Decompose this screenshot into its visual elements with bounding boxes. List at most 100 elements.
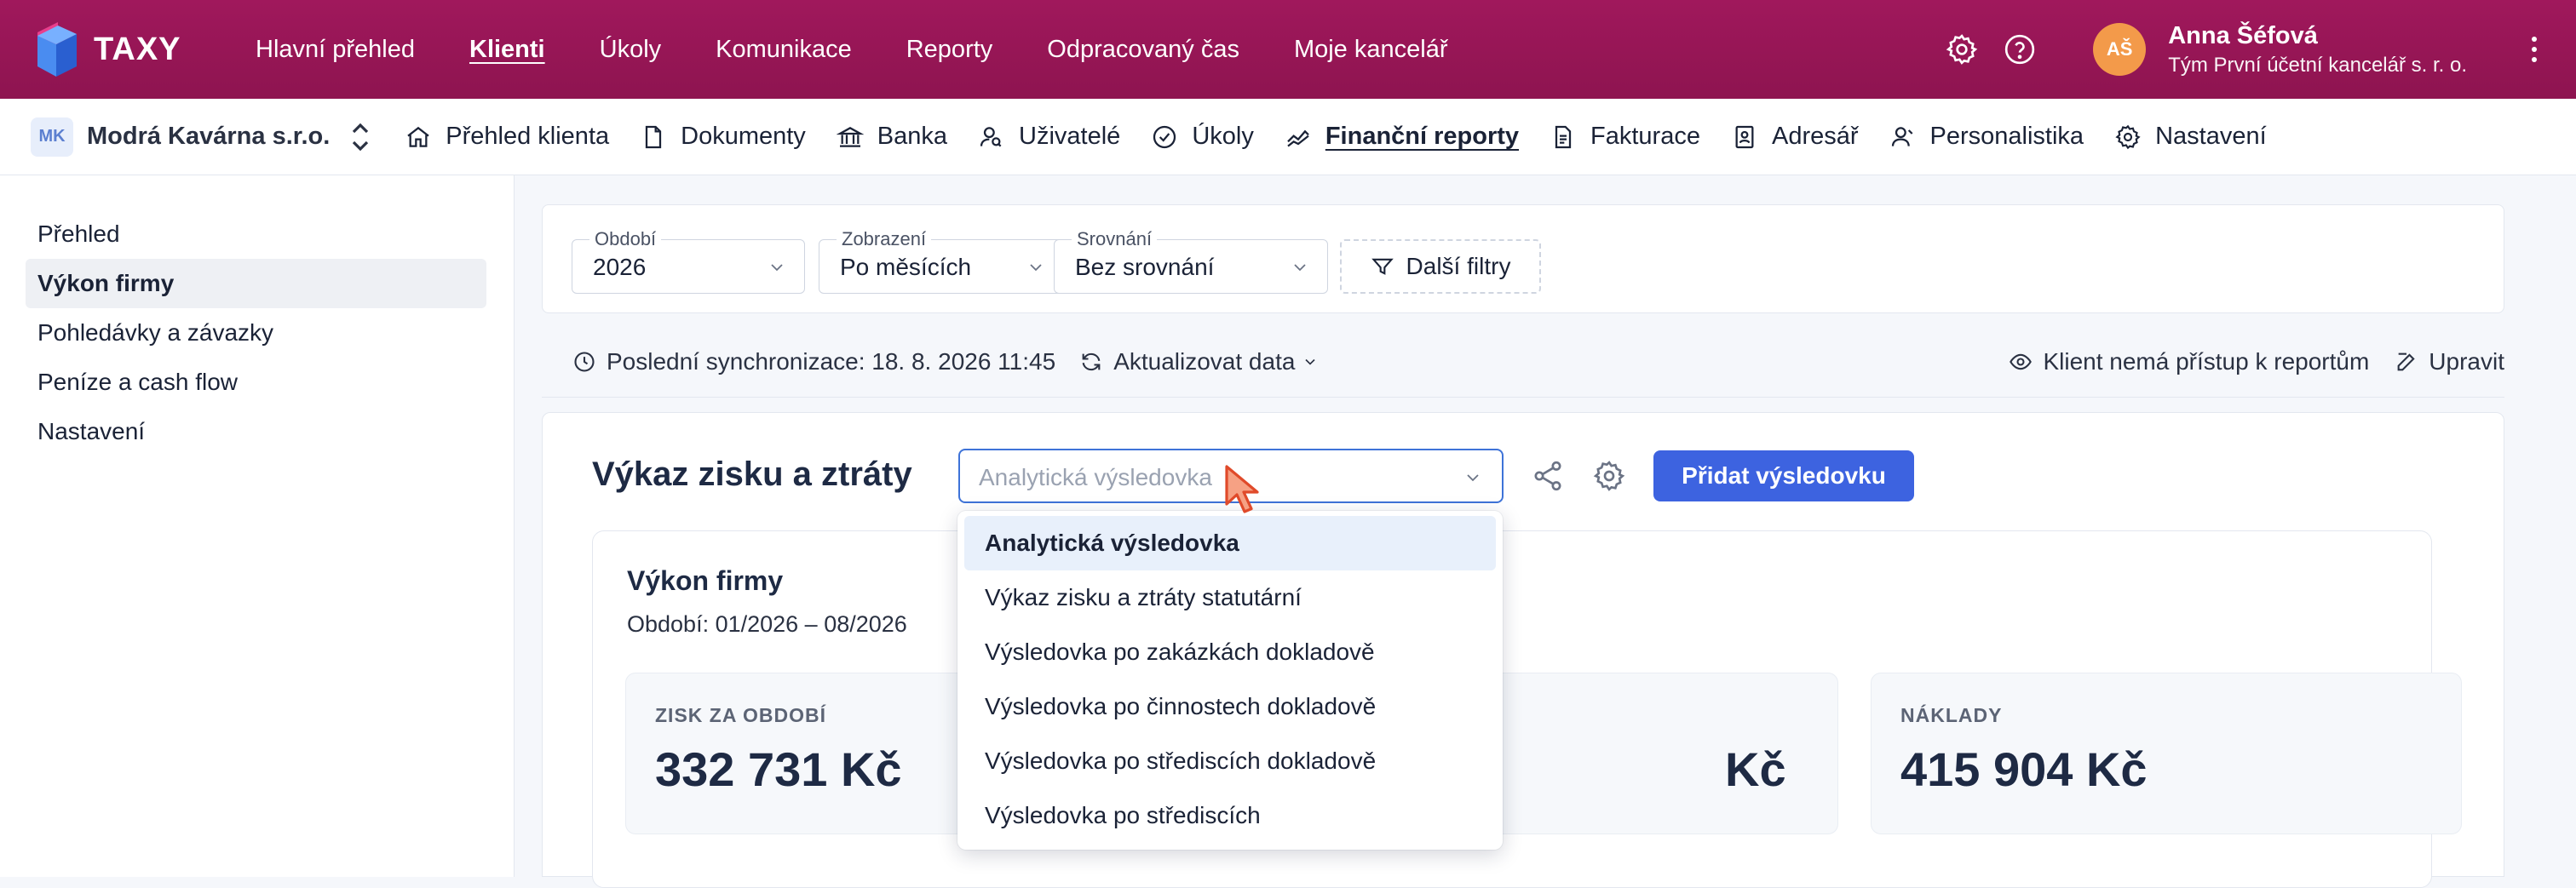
sidebar: Přehled Výkon firmy Pohledávky a závazky… bbox=[0, 175, 515, 877]
bank-icon bbox=[836, 126, 864, 147]
chart-line-icon bbox=[1287, 129, 1309, 147]
filter-icon bbox=[1371, 258, 1394, 275]
select-placeholder: Analytická výsledovka bbox=[979, 464, 1212, 490]
logo[interactable]: TAXY bbox=[32, 19, 203, 80]
client-bar: MK Modrá Kavárna s.r.o. Přehled klienta … bbox=[0, 99, 2576, 175]
kpi-value: 415 904 Kč bbox=[1900, 742, 2148, 796]
compare-label: Srovnání bbox=[1072, 228, 1158, 250]
user-name: Anna Šéfová bbox=[2168, 21, 2318, 49]
contact-book-icon bbox=[1735, 125, 1754, 148]
tab-label: Finanční reporty bbox=[1325, 123, 1520, 150]
refresh-data-button[interactable]: Aktualizovat data bbox=[1079, 348, 1319, 375]
add-report-button[interactable]: Přidat výsledovku bbox=[1653, 450, 1914, 501]
user-avatar[interactable]: AŠ bbox=[2093, 23, 2147, 76]
report-settings-gear-icon[interactable] bbox=[1587, 454, 1631, 498]
kpi-label: NÁKLADY bbox=[1900, 704, 2003, 726]
edit-label: Upravit bbox=[2429, 348, 2504, 375]
edit-button[interactable]: Upravit bbox=[2395, 348, 2504, 375]
tab-address-book[interactable]: Adresář bbox=[1731, 123, 1859, 151]
share-icon[interactable] bbox=[1526, 454, 1570, 498]
tab-label: Personalistika bbox=[1929, 123, 2084, 150]
kpi-value: 332 731 Kč bbox=[655, 742, 902, 796]
tab-users[interactable]: Uživatelé bbox=[978, 123, 1120, 151]
eye-icon bbox=[2010, 353, 2033, 370]
last-sync-text: Poslední synchronizace: 18. 8. 2026 11:4… bbox=[607, 348, 1056, 375]
tab-label: Přehled klienta bbox=[446, 123, 610, 150]
last-sync: Poslední synchronizace: 18. 8. 2026 11:4… bbox=[572, 348, 1055, 375]
refresh-label: Aktualizovat data bbox=[1113, 348, 1296, 375]
top-right-actions: AŠ Anna Šéfová Tým První účetní kancelář… bbox=[1943, 0, 2576, 99]
sidebar-item-cash-flow[interactable]: Peníze a cash flow bbox=[0, 358, 486, 407]
period-label: Období bbox=[589, 228, 662, 250]
nav-item-tasks[interactable]: Úkoly bbox=[600, 36, 662, 64]
tab-label: Fakturace bbox=[1590, 123, 1700, 150]
nav-item-my-office[interactable]: Moje kancelář bbox=[1294, 36, 1448, 64]
dropdown-option-statutory[interactable]: Výkaz zisku a ztráty statutární bbox=[964, 570, 1496, 625]
tab-documents[interactable]: Dokumenty bbox=[640, 123, 806, 151]
tab-client-overview[interactable]: Přehled klienta bbox=[405, 123, 609, 151]
edit-icon bbox=[2397, 352, 2415, 371]
report-title: Výkaz zisku a ztráty bbox=[592, 455, 912, 493]
settings-gear-icon[interactable] bbox=[1943, 31, 1981, 68]
client-access-status[interactable]: Klient nemá přístup k reportům bbox=[2009, 348, 2369, 375]
view-select[interactable]: Zobrazení Po měsících bbox=[819, 228, 1064, 294]
tab-bank[interactable]: Banka bbox=[836, 123, 948, 151]
performance-title: Výkon firmy bbox=[627, 565, 784, 596]
sidebar-item-company-performance[interactable]: Výkon firmy bbox=[26, 259, 486, 308]
tab-tasks[interactable]: Úkoly bbox=[1151, 123, 1254, 151]
nav-item-dashboard[interactable]: Hlavní přehled bbox=[256, 36, 415, 64]
dropdown-option-by-orders[interactable]: Výsledovka po zakázkách dokladově bbox=[964, 625, 1496, 679]
compare-value: Bez srovnání bbox=[1075, 254, 1215, 280]
document-icon bbox=[645, 125, 662, 148]
compare-select[interactable]: Srovnání Bez srovnání bbox=[1054, 228, 1328, 294]
chevron-down-icon bbox=[1305, 358, 1316, 365]
client-subnav: Přehled klienta Dokumenty Banka Uživatel… bbox=[405, 123, 2297, 151]
more-filters-button[interactable]: Další filtry bbox=[1340, 239, 1541, 294]
users-icon bbox=[980, 126, 1002, 146]
tab-settings[interactable]: Nastavení bbox=[2114, 123, 2267, 151]
dropdown-option-by-centers[interactable]: Výsledovka po střediscích bbox=[964, 788, 1496, 843]
report-card: Výkaz zisku a ztráty Analytická výsledov… bbox=[542, 412, 2504, 888]
client-name[interactable]: Modrá Kavárna s.r.o. bbox=[87, 123, 330, 151]
tab-hr[interactable]: Personalistika bbox=[1889, 123, 2084, 151]
access-text: Klient nemá přístup k reportům bbox=[2043, 348, 2370, 375]
tab-invoicing[interactable]: Fakturace bbox=[1550, 123, 1700, 151]
divider bbox=[542, 397, 2504, 398]
tab-label: Banka bbox=[877, 123, 948, 150]
mouse-cursor-icon bbox=[1225, 465, 1259, 513]
home-icon bbox=[407, 126, 429, 147]
top-bar: TAXY Hlavní přehled Klienti Úkoly Komuni… bbox=[0, 0, 2576, 99]
view-label: Zobrazení bbox=[837, 228, 932, 250]
nav-item-reports[interactable]: Reporty bbox=[906, 36, 993, 64]
chevron-down-icon bbox=[1030, 264, 1042, 272]
client-switch-chevrons-icon[interactable] bbox=[348, 122, 372, 152]
chevron-down-icon bbox=[1294, 264, 1306, 272]
client-badge: MK bbox=[31, 117, 73, 157]
nav-item-communication[interactable]: Komunikace bbox=[716, 36, 852, 64]
kpi-value: Kč bbox=[1725, 742, 1786, 796]
kpi-costs: NÁKLADY 415 904 Kč bbox=[1871, 673, 2462, 834]
dropdown-option-by-centers-documents[interactable]: Výsledovka po střediscích dokladově bbox=[964, 734, 1496, 788]
clock-icon bbox=[574, 352, 595, 372]
sidebar-item-receivables-payables[interactable]: Pohledávky a závazky bbox=[0, 308, 486, 358]
dropdown-option-by-activities[interactable]: Výsledovka po činnostech dokladově bbox=[964, 679, 1496, 734]
tab-label: Úkoly bbox=[1192, 123, 1254, 150]
tab-financial-reports[interactable]: Finanční reporty bbox=[1285, 123, 1519, 151]
nav-item-clients[interactable]: Klienti bbox=[469, 36, 545, 64]
user-info[interactable]: Anna Šéfová Tým První účetní kancelář s.… bbox=[2168, 20, 2467, 79]
brand-name: TAXY bbox=[94, 31, 181, 67]
chevron-down-icon bbox=[771, 264, 783, 272]
kpi-label: ZISK ZA OBDOBÍ bbox=[655, 704, 826, 726]
taxy-logo-icon bbox=[37, 22, 77, 77]
tab-label: Dokumenty bbox=[681, 123, 806, 150]
invoice-icon bbox=[1555, 125, 1572, 148]
help-question-icon[interactable] bbox=[2001, 31, 2038, 68]
filter-bar: Období 2026 Zobrazení Po měsících Srovná… bbox=[542, 204, 2504, 313]
sidebar-item-overview[interactable]: Přehled bbox=[0, 209, 486, 259]
dropdown-option-analytic[interactable]: Analytická výsledovka bbox=[964, 516, 1496, 570]
nav-item-worked-time[interactable]: Odpracovaný čas bbox=[1047, 36, 1239, 64]
period-select[interactable]: Období 2026 bbox=[572, 228, 805, 294]
tab-label: Nastavení bbox=[2155, 123, 2267, 150]
more-menu-icon[interactable] bbox=[2521, 37, 2547, 62]
sidebar-item-settings[interactable]: Nastavení bbox=[0, 407, 486, 456]
